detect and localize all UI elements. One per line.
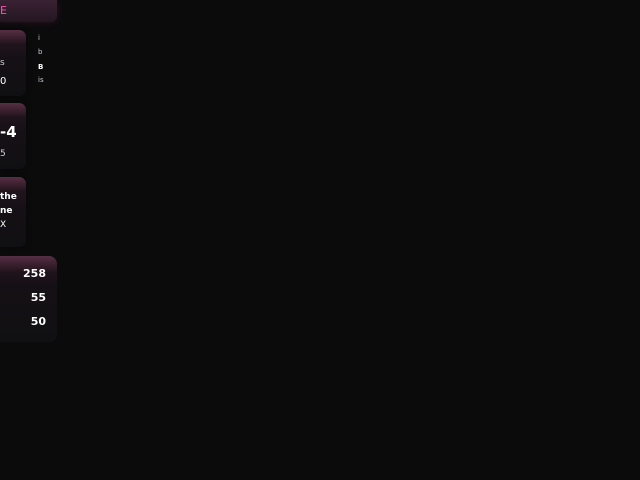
mini-item: is: [38, 76, 44, 84]
card-3-line: X: [0, 220, 7, 230]
card-sheen: [0, 103, 26, 117]
card-3-line: ne: [0, 206, 13, 216]
card-1-label: s: [0, 58, 5, 68]
stats-card[interactable]: 258 55 50: [0, 256, 57, 342]
card-2-value: -4: [0, 123, 17, 141]
card-sheen: [0, 177, 26, 191]
header-title: E: [0, 4, 8, 17]
card-sheen: [0, 30, 26, 44]
card-3-line: the: [0, 192, 17, 202]
mini-column: i b B is: [38, 32, 48, 90]
stat-value: 50: [30, 315, 46, 328]
mini-item: b: [38, 48, 43, 56]
mini-item: i: [38, 34, 40, 42]
main-area: [57, 0, 640, 480]
card-2-sub: 5: [0, 149, 6, 159]
card-2[interactable]: -4 5: [0, 103, 26, 169]
stat-value: 258: [23, 267, 46, 280]
stat-value: 55: [30, 291, 46, 304]
header-bar[interactable]: E: [0, 0, 57, 22]
card-3[interactable]: the ne X: [0, 177, 26, 247]
left-panel: E s 0 i b B is -4 5 the ne X 258 55 50: [0, 0, 57, 480]
card-1[interactable]: s 0: [0, 30, 26, 96]
mini-item: B: [38, 63, 44, 71]
card-1-value: 0: [0, 76, 7, 87]
